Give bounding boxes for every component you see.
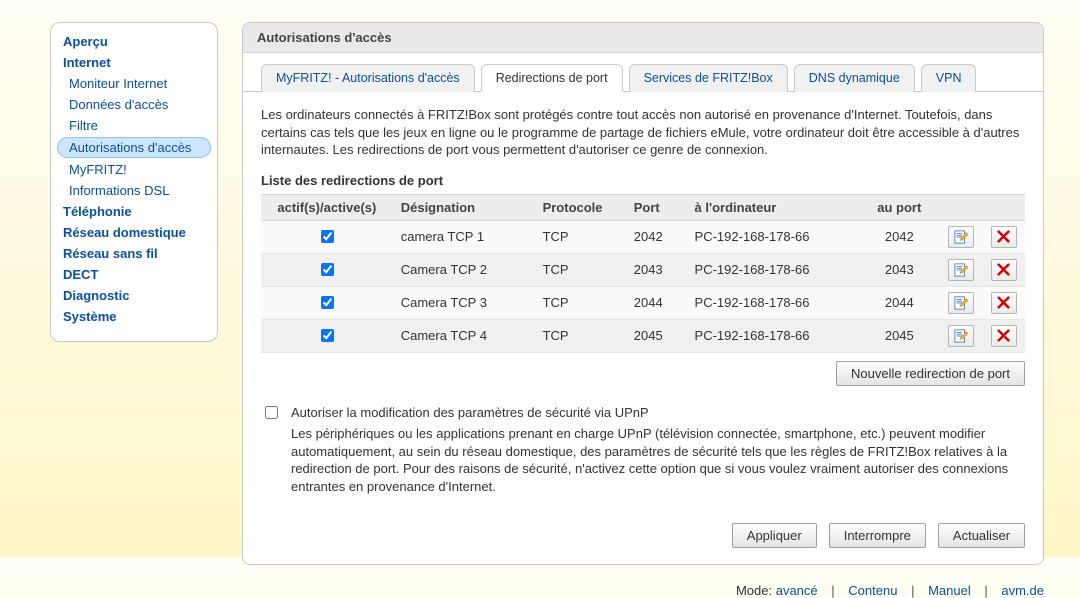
footer-mode-value[interactable]: avancé	[776, 583, 818, 598]
upnp-checkbox[interactable]	[265, 406, 278, 419]
new-port-forward-button[interactable]: Nouvelle redirection de port	[836, 361, 1025, 386]
tab[interactable]: Services de FRITZ!Box	[629, 64, 788, 92]
list-title: Liste des redirections de port	[261, 173, 1025, 188]
main-panel: Autorisations d'accès MyFRITZ! - Autoris…	[242, 22, 1044, 565]
row-host: PC-192-168-178-66	[687, 220, 859, 253]
nav-item[interactable]: Internet	[51, 52, 217, 73]
footer-mode-label: Mode:	[736, 583, 772, 598]
nav-item[interactable]: Diagnostic	[51, 285, 217, 306]
col-port: Port	[626, 194, 687, 220]
row-toport: 2042	[859, 220, 940, 253]
row-host: PC-192-168-178-66	[687, 319, 859, 352]
delete-button[interactable]	[991, 259, 1017, 281]
edit-icon	[954, 263, 968, 277]
close-icon	[997, 296, 1010, 309]
footer-link-manual[interactable]: Manuel	[928, 583, 971, 598]
edit-icon	[954, 230, 968, 244]
tab-row: MyFRITZ! - Autorisations d'accèsRedirect…	[243, 53, 1043, 92]
row-designation: Camera TCP 4	[393, 319, 535, 352]
nav-item[interactable]: Réseau domestique	[51, 222, 217, 243]
row-designation: Camera TCP 3	[393, 286, 535, 319]
panel-title: Autorisations d'accès	[243, 23, 1043, 53]
footer-link-avm[interactable]: avm.de	[1001, 583, 1044, 598]
table-row: camera TCP 1TCP2042PC-192-168-178-662042	[261, 220, 1025, 253]
nav-subitem[interactable]: Filtre	[51, 115, 217, 136]
row-port: 2044	[626, 286, 687, 319]
edit-button[interactable]	[948, 259, 974, 281]
col-toport: au port	[859, 194, 940, 220]
nav-item[interactable]: Téléphonie	[51, 201, 217, 222]
row-protocol: TCP	[535, 220, 626, 253]
delete-button[interactable]	[991, 292, 1017, 314]
nav-item[interactable]: DECT	[51, 264, 217, 285]
footer-link-content[interactable]: Contenu	[848, 583, 897, 598]
close-icon	[997, 263, 1010, 276]
nav-item[interactable]: Système	[51, 306, 217, 327]
nav-subitem[interactable]: MyFRITZ!	[51, 159, 217, 180]
row-port: 2042	[626, 220, 687, 253]
edit-button[interactable]	[948, 325, 974, 347]
port-forward-table: actif(s)/active(s) Désignation Protocole…	[261, 194, 1025, 353]
row-active-checkbox[interactable]	[321, 263, 334, 276]
close-icon	[997, 329, 1010, 342]
row-designation: camera TCP 1	[393, 220, 535, 253]
delete-button[interactable]	[991, 325, 1017, 347]
tab[interactable]: Redirections de port	[481, 64, 623, 92]
table-row: Camera TCP 4TCP2045PC-192-168-178-662045	[261, 319, 1025, 352]
tab[interactable]: MyFRITZ! - Autorisations d'accès	[261, 64, 475, 92]
row-active-checkbox[interactable]	[321, 329, 334, 342]
row-port: 2043	[626, 253, 687, 286]
row-designation: Camera TCP 2	[393, 253, 535, 286]
row-toport: 2043	[859, 253, 940, 286]
row-active-checkbox[interactable]	[321, 296, 334, 309]
row-host: PC-192-168-178-66	[687, 253, 859, 286]
row-active-checkbox[interactable]	[321, 230, 334, 243]
edit-icon	[954, 296, 968, 310]
row-toport: 2044	[859, 286, 940, 319]
nav-subitem[interactable]: Données d'accès	[51, 94, 217, 115]
col-host: à l'ordinateur	[687, 194, 859, 220]
delete-button[interactable]	[991, 226, 1017, 248]
nav-subitem[interactable]: Moniteur Internet	[51, 73, 217, 94]
edit-button[interactable]	[948, 226, 974, 248]
nav-item[interactable]: Réseau sans fil	[51, 243, 217, 264]
refresh-button[interactable]: Actualiser	[938, 523, 1025, 548]
row-port: 2045	[626, 319, 687, 352]
upnp-description: Les périphériques ou les applications pr…	[291, 425, 1025, 495]
col-active: actif(s)/active(s)	[261, 194, 393, 220]
nav-item[interactable]: Aperçu	[51, 31, 217, 52]
row-toport: 2045	[859, 319, 940, 352]
table-row: Camera TCP 2TCP2043PC-192-168-178-662043	[261, 253, 1025, 286]
edit-icon	[954, 329, 968, 343]
edit-button[interactable]	[948, 292, 974, 314]
intro-text: Les ordinateurs connectés à FRITZ!Box so…	[261, 106, 1025, 159]
row-protocol: TCP	[535, 253, 626, 286]
tab[interactable]: VPN	[921, 64, 977, 92]
row-protocol: TCP	[535, 286, 626, 319]
row-host: PC-192-168-178-66	[687, 286, 859, 319]
close-icon	[997, 230, 1010, 243]
nav-subitem[interactable]: Informations DSL	[51, 180, 217, 201]
tab[interactable]: DNS dynamique	[794, 64, 915, 92]
col-designation: Désignation	[393, 194, 535, 220]
sidebar: AperçuInternetMoniteur InternetDonnées d…	[50, 22, 218, 342]
upnp-label: Autoriser la modification des paramètres…	[291, 404, 1025, 422]
apply-button[interactable]: Appliquer	[732, 523, 817, 548]
nav-subitem[interactable]: Autorisations d'accès	[57, 137, 211, 158]
row-protocol: TCP	[535, 319, 626, 352]
col-protocol: Protocole	[535, 194, 626, 220]
cancel-button[interactable]: Interrompre	[829, 523, 926, 548]
table-row: Camera TCP 3TCP2044PC-192-168-178-662044	[261, 286, 1025, 319]
footer: Mode: avancé | Contenu | Manuel | avm.de	[0, 575, 1080, 598]
